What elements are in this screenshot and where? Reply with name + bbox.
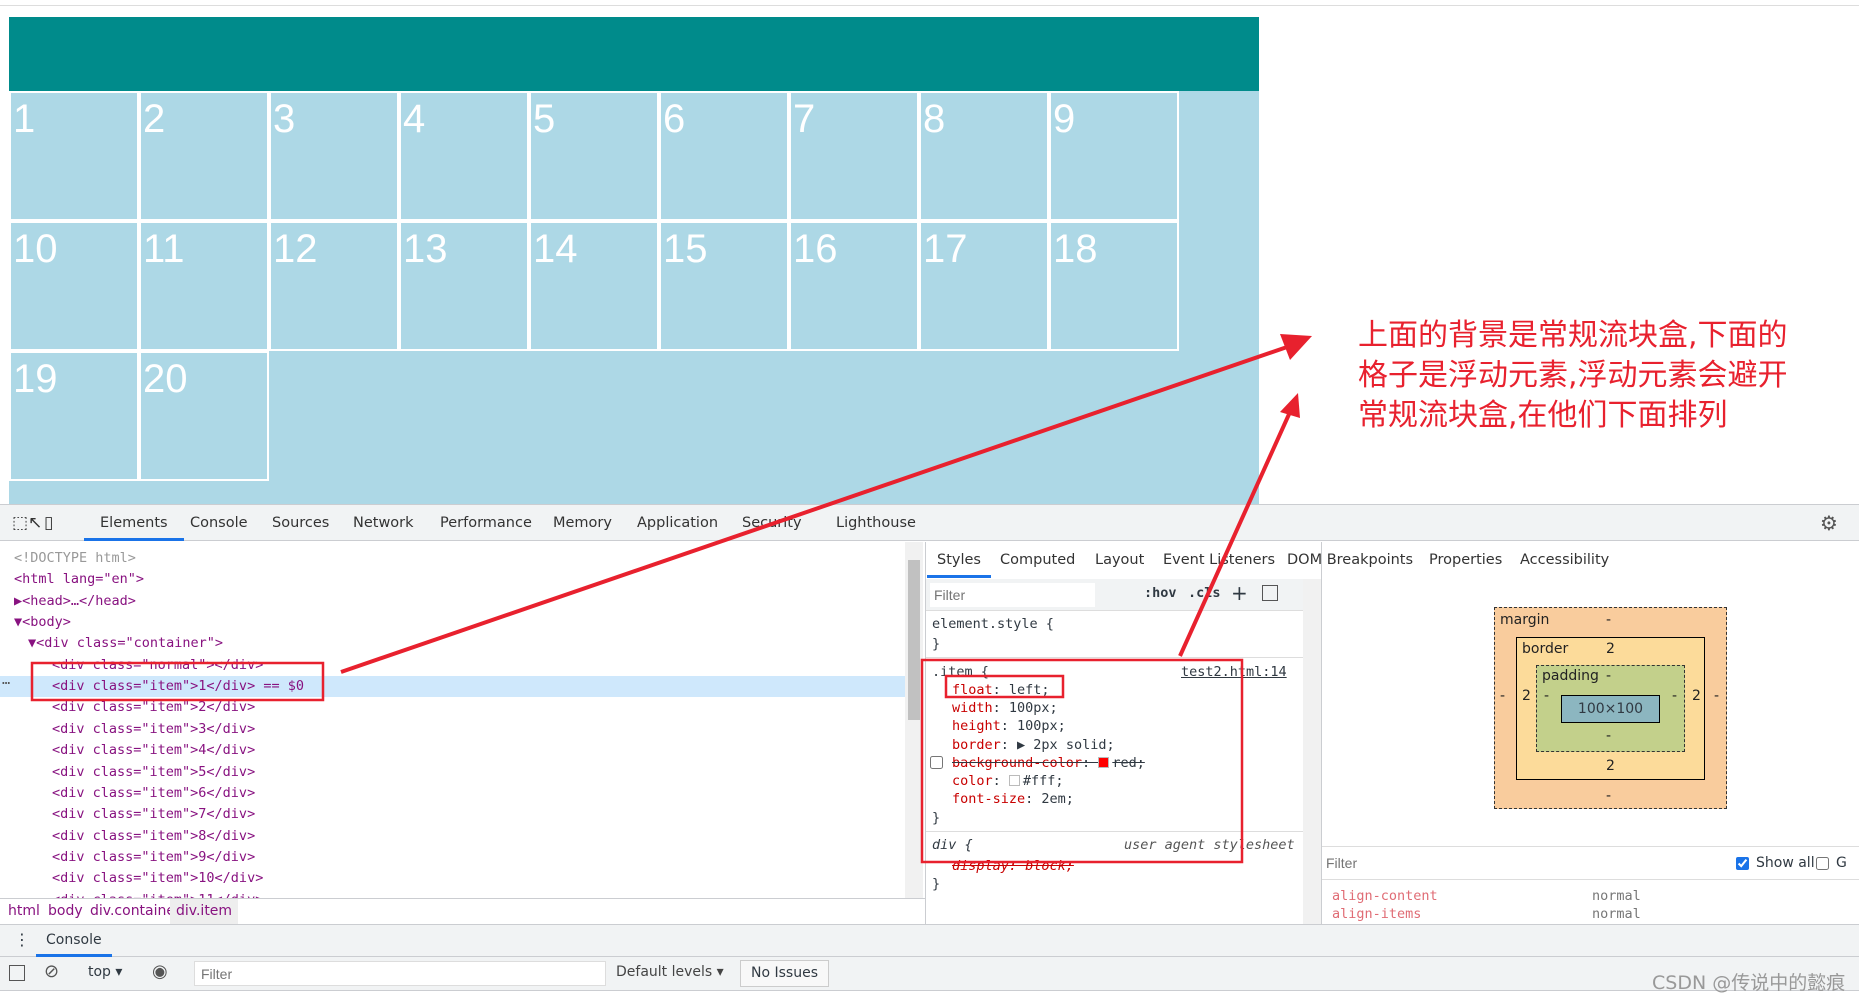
highlight-box-float [944,674,1065,699]
annotation-overlay [30,334,1312,864]
highlight-box-styles [920,658,1244,864]
arrow-head-icon [1280,393,1300,418]
arrow-line [1178,411,1292,657]
arrow-line [340,344,1291,674]
highlight-box-element [30,661,325,702]
